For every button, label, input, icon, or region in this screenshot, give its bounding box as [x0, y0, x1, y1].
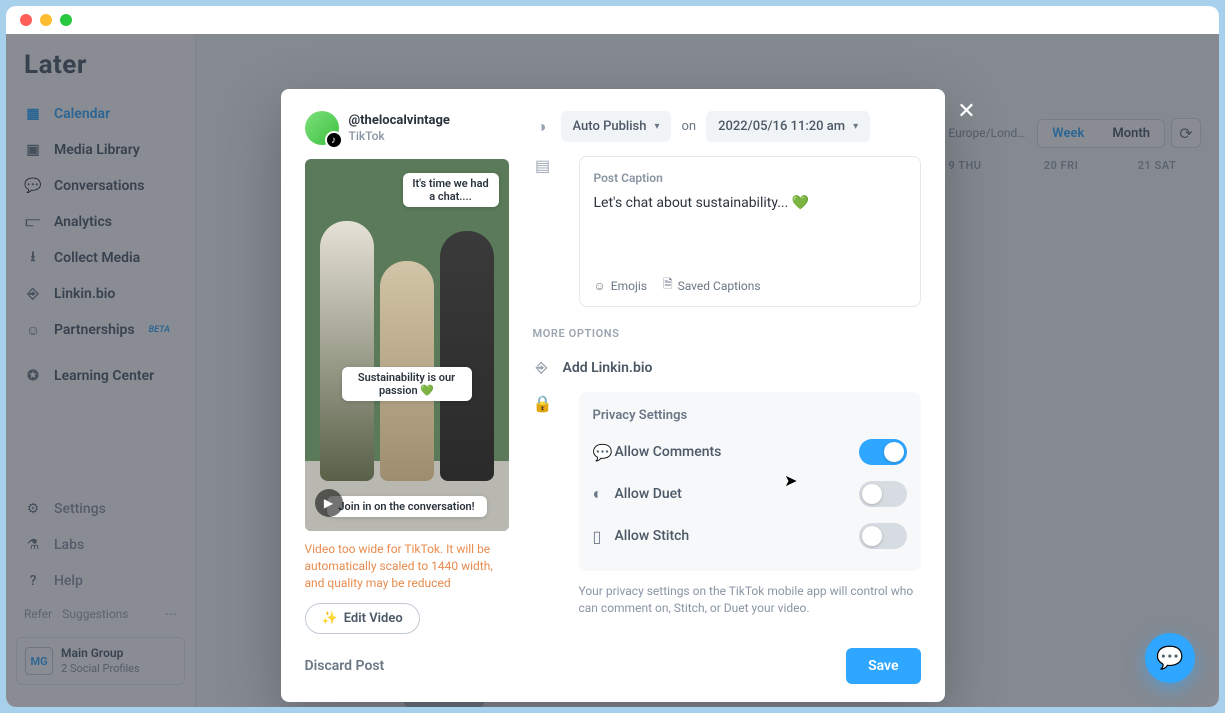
window-maximize-dot[interactable] [60, 14, 72, 26]
app-window: Later ▦ Calendar ▣ Media Library 💬 Conve… [6, 6, 1219, 707]
save-button[interactable]: Save [846, 648, 920, 684]
sparkle-icon: ✨ [322, 611, 338, 626]
datetime-select[interactable]: 2022/05/16 11:20 am ▾ [706, 111, 870, 142]
saved-captions-button[interactable]: 🗎 Saved Captions [663, 275, 761, 296]
caption-card: Post Caption Let's chat about sustainabi… [579, 156, 921, 307]
add-linkinbio-row[interactable]: ⎆ Add Linkin.bio [533, 350, 921, 386]
account-handle: @thelocalvintage [349, 113, 450, 128]
publish-mode-select[interactable]: Auto Publish ▾ [561, 111, 672, 142]
allow-comments-row: 💬 Allow Comments [593, 431, 907, 473]
video-warning: Video too wide for TikTok. It will be au… [305, 541, 509, 591]
caption-label: Post Caption [594, 171, 906, 185]
emojis-button[interactable]: ☺ Emojis [594, 275, 647, 296]
clock-icon: ◑ [533, 118, 551, 136]
post-editor-modal: ✕ ♪ @thelocalvintage TikTok [281, 89, 945, 702]
window-titlebar [6, 6, 1219, 34]
allow-comments-toggle[interactable] [859, 439, 907, 465]
preview-bubble: Join in on the conversation! [327, 496, 487, 517]
discard-post-button[interactable]: Discard Post [305, 658, 385, 674]
duet-icon: ◐ [593, 484, 615, 504]
video-preview[interactable]: It's time we had a chat.... Sustainabili… [305, 159, 509, 531]
window-minimize-dot[interactable] [40, 14, 52, 26]
lock-icon: 🔒 [533, 386, 553, 617]
account-avatar: ♪ [305, 111, 339, 145]
tiktok-badge-icon: ♪ [325, 131, 343, 149]
help-chat-icon: 💬 [1156, 646, 1183, 671]
schedule-row: ◑ Auto Publish ▾ on 2022/05/16 11:20 am … [533, 111, 921, 142]
privacy-card: Privacy Settings 💬 Allow Comments ◐ Allo… [579, 392, 921, 571]
account-row: ♪ @thelocalvintage TikTok [305, 111, 509, 145]
close-icon[interactable]: ✕ [953, 97, 981, 125]
stitch-icon: ▯ [593, 527, 615, 546]
on-label: on [681, 119, 696, 134]
caption-icon: ▤ [533, 156, 553, 307]
edit-video-button[interactable]: ✨ Edit Video [305, 603, 420, 634]
caption-textarea[interactable]: Let's chat about sustainability... 💚 [594, 195, 906, 265]
account-platform: TikTok [349, 129, 450, 143]
preview-bubble: It's time we had a chat.... [403, 173, 499, 207]
comment-icon: 💬 [593, 443, 615, 462]
privacy-note: Your privacy settings on the TikTok mobi… [579, 583, 921, 617]
modal-footer: Discard Post Save [281, 634, 945, 702]
chevron-down-icon: ▾ [853, 121, 858, 132]
app-shell: Later ▦ Calendar ▣ Media Library 💬 Conve… [6, 34, 1219, 707]
allow-duet-toggle[interactable] [859, 481, 907, 507]
chevron-down-icon: ▾ [654, 121, 659, 132]
preview-bubble: Sustainability is our passion 💚 [342, 367, 472, 401]
more-options-label: MORE OPTIONS [533, 327, 921, 340]
window-close-dot[interactable] [20, 14, 32, 26]
linkinbio-icon: ⎆ [533, 360, 551, 376]
play-icon[interactable]: ▶ [315, 489, 343, 517]
privacy-title: Privacy Settings [593, 402, 907, 431]
allow-stitch-toggle[interactable] [859, 523, 907, 549]
help-fab[interactable]: 💬 [1145, 633, 1195, 683]
allow-duet-row: ◐ Allow Duet [593, 473, 907, 515]
allow-stitch-row: ▯ Allow Stitch [593, 515, 907, 557]
